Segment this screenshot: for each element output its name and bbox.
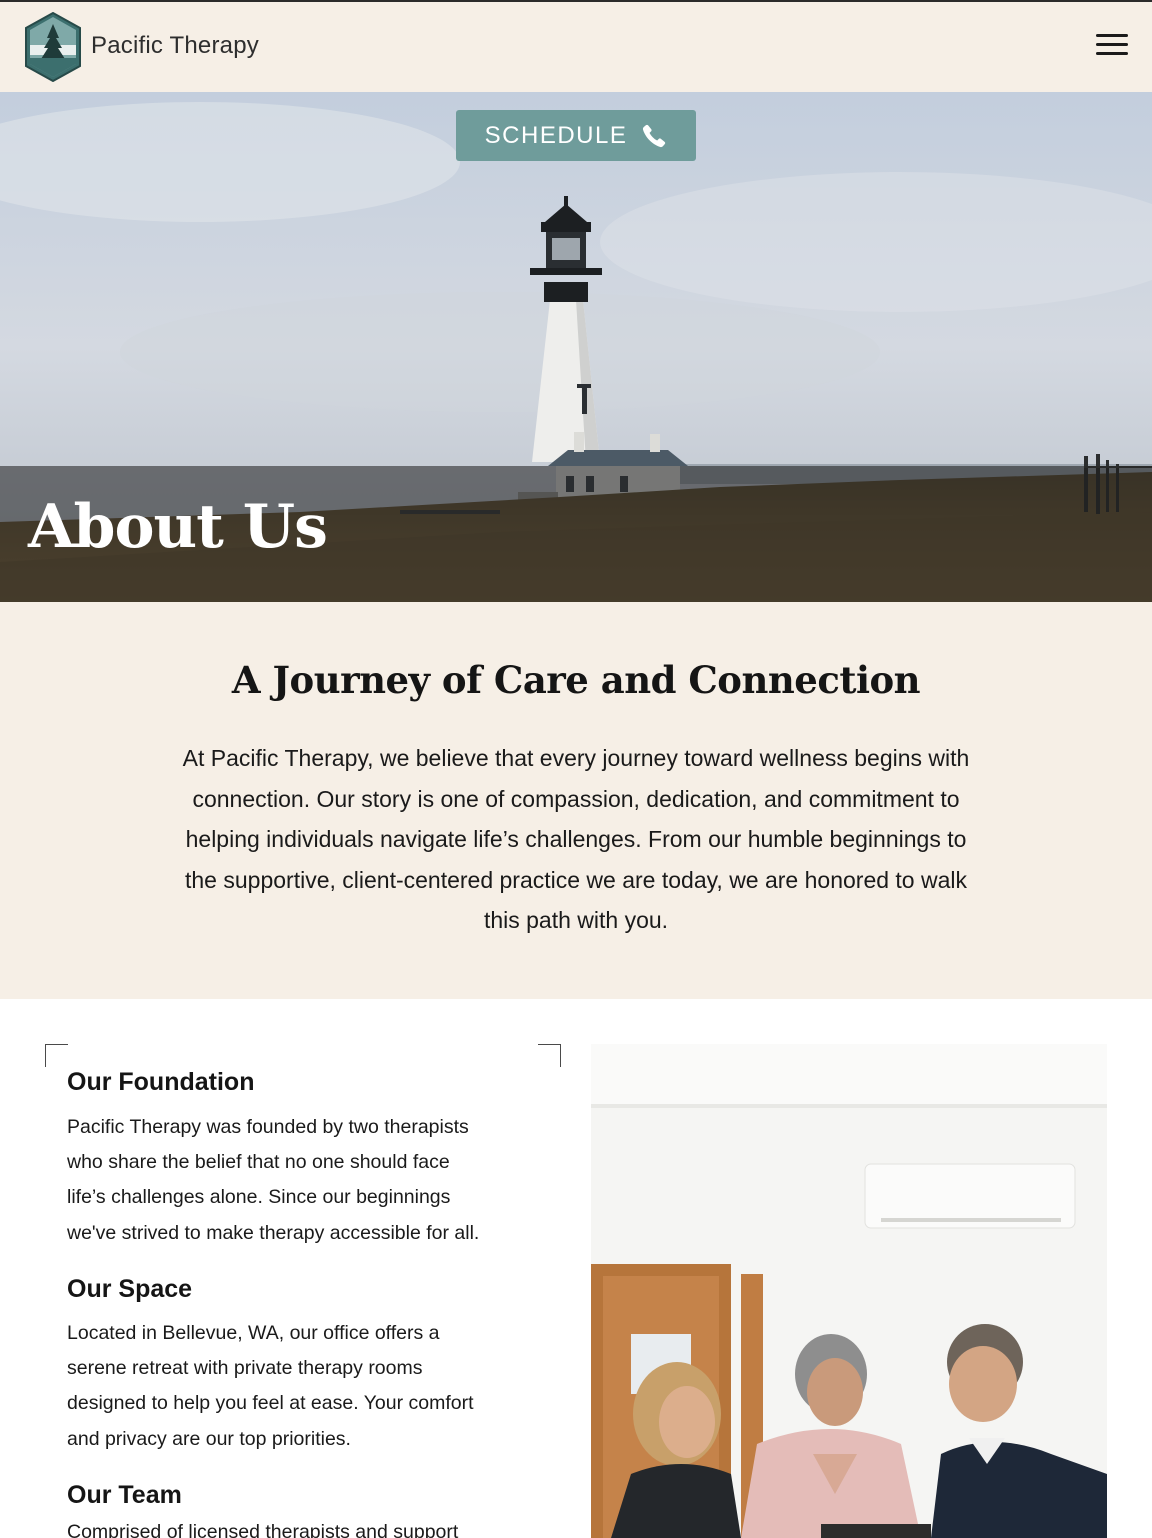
team-photo xyxy=(591,1044,1107,1538)
team-heading: Our Team xyxy=(67,1481,182,1509)
page-title: About Us xyxy=(28,492,328,562)
schedule-button[interactable]: SCHEDULE xyxy=(456,110,696,161)
schedule-label: SCHEDULE xyxy=(484,121,628,149)
team-text: Comprised of licensed therapists and sup… xyxy=(67,1515,542,1538)
text-line: Comprised of licensed therapists and sup… xyxy=(67,1521,459,1538)
space-text: Located in Bellevue, WA, our office offe… xyxy=(67,1316,542,1457)
space-heading: Our Space xyxy=(67,1275,193,1303)
intro-line: connection. Our story is one of compassi… xyxy=(192,785,960,812)
intro-line: this path with you. xyxy=(483,907,669,933)
phone-icon xyxy=(643,124,666,147)
brand-name[interactable]: Pacific Therapy xyxy=(91,32,259,60)
hamburger-menu-icon[interactable] xyxy=(1092,30,1132,60)
corner-decoration xyxy=(538,1044,561,1067)
text-line: life’s challenges alone. Since our begin… xyxy=(67,1186,451,1209)
hero-banner: About Us SCHEDULE xyxy=(0,92,1152,602)
foundation-heading: Our Foundation xyxy=(67,1068,255,1096)
intro-paragraph: At Pacific Therapy, we believe that ever… xyxy=(136,738,1016,941)
text-line: designed to help you feel at ease. Your … xyxy=(67,1392,474,1415)
intro-heading: A Journey of Care and Connection xyxy=(231,658,921,702)
text-line: Located in Bellevue, WA, our office offe… xyxy=(67,1322,440,1344)
foundation-text: Pacific Therapy was founded by two thera… xyxy=(67,1110,542,1251)
intro-section: A Journey of Care and Connection At Paci… xyxy=(0,602,1152,999)
intro-line: the supportive, client-centered practice… xyxy=(185,866,967,893)
text-line: we've strived to make therapy accessible… xyxy=(67,1221,480,1244)
logo-icon[interactable] xyxy=(24,11,82,83)
intro-line: At Pacific Therapy, we believe that ever… xyxy=(182,745,970,771)
site-header: Pacific Therapy xyxy=(0,2,1152,92)
corner-decoration xyxy=(45,1044,68,1067)
intro-line: helping individuals navigate life’s chal… xyxy=(185,826,967,852)
text-line: serene retreat with private therapy room… xyxy=(67,1357,423,1380)
text-line: Pacific Therapy was founded by two thera… xyxy=(67,1116,469,1138)
text-line: and privacy are our top priorities. xyxy=(67,1427,351,1450)
text-line: who share the belief that no one should … xyxy=(67,1151,450,1174)
